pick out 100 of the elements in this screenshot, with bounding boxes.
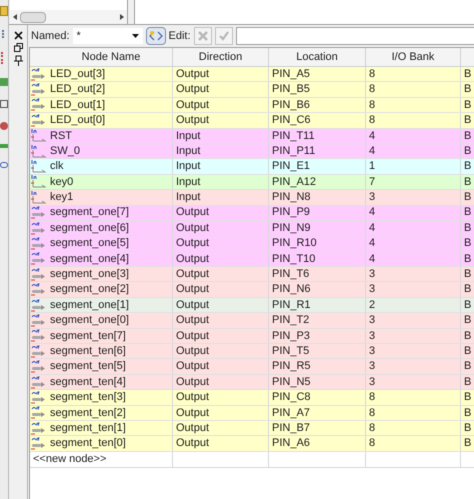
table-row[interactable]: LED_out[0] Output PIN_C6 8 B [30, 113, 474, 129]
table-row[interactable]: segment_one[7] Output PIN_P9 4 B [30, 206, 474, 221]
node-name: LED_out[0] [50, 113, 106, 128]
column-header[interactable]: Location [269, 48, 366, 66]
table-row[interactable]: segment_one[4] Output PIN_T10 4 B [30, 252, 474, 268]
table-cell: Output [173, 67, 269, 82]
node-name: segment_ten[6] [50, 344, 126, 359]
filter-button[interactable] [146, 27, 166, 45]
table-row[interactable]: segment_ten[0] Output PIN_A6 8 B [30, 436, 474, 452]
table-row[interactable]: segment_ten[7] Output PIN_P3 3 B [30, 328, 474, 344]
named-dropdown[interactable]: * [72, 28, 143, 44]
table-row[interactable]: LED_out[3] Output PIN_A5 8 B [30, 67, 474, 82]
table-cell: Output [173, 252, 269, 266]
table-cell-text: B [463, 144, 472, 158]
scroll-left-icon[interactable] [12, 14, 18, 20]
table-cell: PIN_T2 [269, 313, 366, 328]
table-cell: 8 [366, 82, 461, 97]
scroll-thumb[interactable] [20, 12, 46, 22]
edit-label: Edit: [168, 28, 191, 44]
node-name: segment_ten[0] [50, 436, 126, 452]
table-cell: 3 [366, 190, 461, 205]
table-row[interactable]: key0 Input PIN_A12 7 B [30, 174, 474, 190]
node-name: key0 [50, 174, 74, 190]
table-cell: PIN_P11 [269, 144, 366, 158]
table-cell: PIN_E1 [269, 159, 366, 174]
table-cell: 4 [366, 236, 461, 251]
table-cell: PIN_N8 [269, 190, 366, 205]
node-name: LED_out[1] [50, 98, 106, 113]
table-cell: PIN_P3 [269, 328, 366, 344]
table-cell-text: B [463, 206, 472, 220]
column-header[interactable]: I/O Bank [366, 48, 461, 66]
table-row[interactable]: segment_ten[4] Output PIN_N5 3 B [30, 374, 474, 390]
node-name: segment_ten[3] [50, 390, 126, 406]
table-cell: Input [173, 174, 269, 190]
table-cell-text: B [463, 267, 472, 282]
dots-icon[interactable] [2, 30, 6, 38]
table-row[interactable]: segment_ten[1] Output PIN_B7 8 B [30, 420, 474, 436]
table-cell: PIN_R10 [269, 236, 366, 251]
table-cell: 8 [366, 390, 461, 405]
table-cell-text: B [463, 174, 472, 190]
node-name: segment_one[7] [50, 205, 129, 220]
new-node-cell[interactable]: <<new node>> [30, 452, 173, 467]
table-cell: 1 [366, 159, 461, 174]
table-cell-text: B [463, 113, 472, 128]
table-row[interactable]: segment_one[5] Output PIN_R10 4 B [30, 236, 474, 252]
edit-field[interactable] [236, 27, 474, 45]
node-name: segment_one[3] [50, 267, 129, 282]
horizontal-scrollbar[interactable] [10, 10, 127, 24]
column-header[interactable]: Node Name [30, 48, 173, 66]
table-cell: PIN_N5 [269, 374, 366, 390]
table-cell: 4 [366, 144, 461, 158]
table-cell: 8 [366, 67, 461, 82]
table-cell: PIN_R5 [269, 359, 366, 374]
table-row[interactable]: LED_out[1] Output PIN_B6 8 B [30, 98, 474, 114]
chevrons-icon [148, 31, 163, 41]
input-pin-icon [31, 190, 47, 204]
table-row[interactable]: segment_one[0] Output PIN_T2 3 B [30, 313, 474, 329]
table-cell: 3 [366, 359, 461, 374]
table-cell: 8 [366, 420, 461, 436]
table-cell: PIN_R1 [269, 298, 366, 312]
table-cell: Output [173, 236, 269, 251]
table-cell: PIN_A12 [269, 174, 366, 190]
close-icon[interactable] [14, 31, 22, 40]
input-pin-icon [31, 175, 47, 188]
restore-icon[interactable] [14, 43, 22, 52]
table-cell: PIN_A5 [269, 67, 366, 82]
table-cell-text: B [463, 128, 472, 143]
table-cell: Output [173, 113, 269, 128]
table-row[interactable]: segment_ten[6] Output PIN_T5 3 B [30, 344, 474, 360]
node-name: LED_out[3] [50, 66, 106, 82]
table-cell: 8 [366, 406, 461, 420]
table-cell: Output [173, 282, 269, 297]
table-cell: Input [173, 144, 269, 158]
table-cell: 8 [366, 98, 461, 112]
table-row[interactable]: RST Input PIN_T11 4 B [30, 128, 474, 144]
table-row[interactable]: segment_ten[2] Output PIN_A7 8 B [30, 406, 474, 421]
table-row[interactable]: key1 Input PIN_N8 3 B [30, 190, 474, 206]
table-cell: PIN_T10 [269, 252, 366, 266]
table-row[interactable]: SW_0 Input PIN_P11 4 B [30, 144, 474, 160]
table-row[interactable]: segment_one[1] Output PIN_R1 2 B [30, 298, 474, 314]
node-name: segment_one[6] [50, 220, 129, 236]
input-pin-icon [31, 129, 47, 142]
table-cell: PIN_B6 [269, 98, 366, 112]
table-row[interactable]: clk Input PIN_E1 1 B [30, 159, 474, 175]
scroll-right-icon[interactable] [119, 14, 125, 20]
table-row[interactable]: segment_ten[3] Output PIN_C8 8 B [30, 390, 474, 406]
table-cell: PIN_B5 [269, 82, 366, 97]
table-cell: PIN_N9 [269, 220, 366, 236]
node-name: RST [50, 128, 72, 144]
node-name: SW_0 [50, 144, 80, 159]
table-row[interactable]: segment_one[2] Output PIN_N6 3 B [30, 282, 474, 298]
table-row[interactable]: LED_out[2] Output PIN_B5 8 B [30, 82, 474, 98]
table-cell: 4 [366, 252, 461, 266]
table-row[interactable]: segment_one[6] Output PIN_N9 4 B [30, 220, 474, 236]
table-row[interactable]: segment_one[3] Output PIN_T6 3 B [30, 267, 474, 282]
table-row[interactable]: segment_ten[5] Output PIN_R5 3 B [30, 359, 474, 375]
table-cell: Input [173, 128, 269, 143]
dropdown-caret-icon[interactable] [132, 34, 139, 38]
column-header[interactable]: Direction [173, 48, 269, 66]
table-cell: Output [173, 406, 269, 420]
